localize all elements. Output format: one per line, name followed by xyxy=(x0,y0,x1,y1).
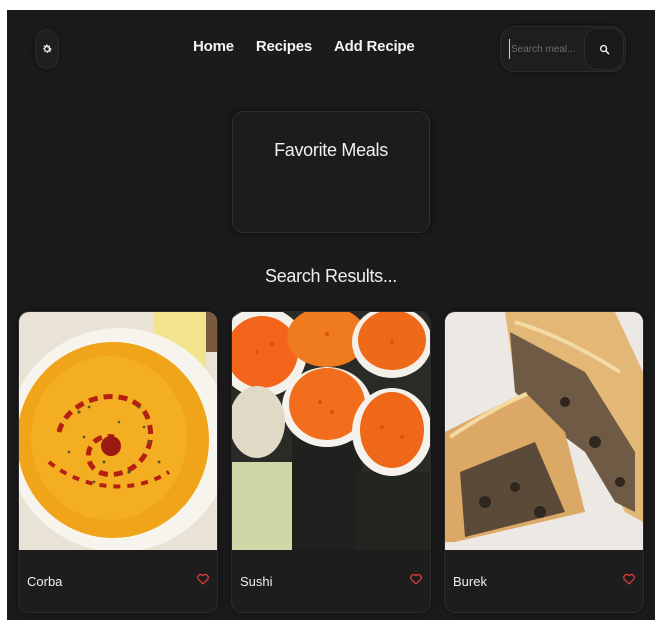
favorite-meals-title: Favorite Meals xyxy=(274,140,388,160)
meal-image-burek xyxy=(445,312,643,550)
heart-outline-icon[interactable] xyxy=(196,572,210,586)
search-results-title: Search Results... xyxy=(265,266,397,286)
meal-image-sushi xyxy=(232,312,430,550)
heart-outline-icon[interactable] xyxy=(409,572,423,586)
meal-card[interactable]: Sushi xyxy=(232,312,430,612)
meal-name: Corba xyxy=(27,574,63,589)
meal-name: Sushi xyxy=(240,574,273,589)
heart-outline-icon[interactable] xyxy=(622,572,636,586)
meal-card[interactable]: Burek xyxy=(445,312,643,612)
search-button[interactable] xyxy=(585,29,623,69)
nav-add-recipe-link[interactable]: Add Recipe xyxy=(334,38,415,55)
search-bar xyxy=(501,27,625,71)
search-icon xyxy=(599,44,609,54)
meal-image-corba xyxy=(19,312,217,550)
meal-name: Burek xyxy=(453,574,487,589)
gear-icon xyxy=(43,44,52,53)
favorite-meals-panel: Favorite Meals xyxy=(233,112,429,232)
nav-recipes-link[interactable]: Recipes xyxy=(256,38,312,55)
nav-home-link[interactable]: Home xyxy=(193,38,234,55)
theme-toggle-button[interactable] xyxy=(36,30,58,68)
app-container: Home Recipes Add Recipe Favorite Meals S… xyxy=(7,10,655,620)
meal-card[interactable]: Corba xyxy=(19,312,217,612)
